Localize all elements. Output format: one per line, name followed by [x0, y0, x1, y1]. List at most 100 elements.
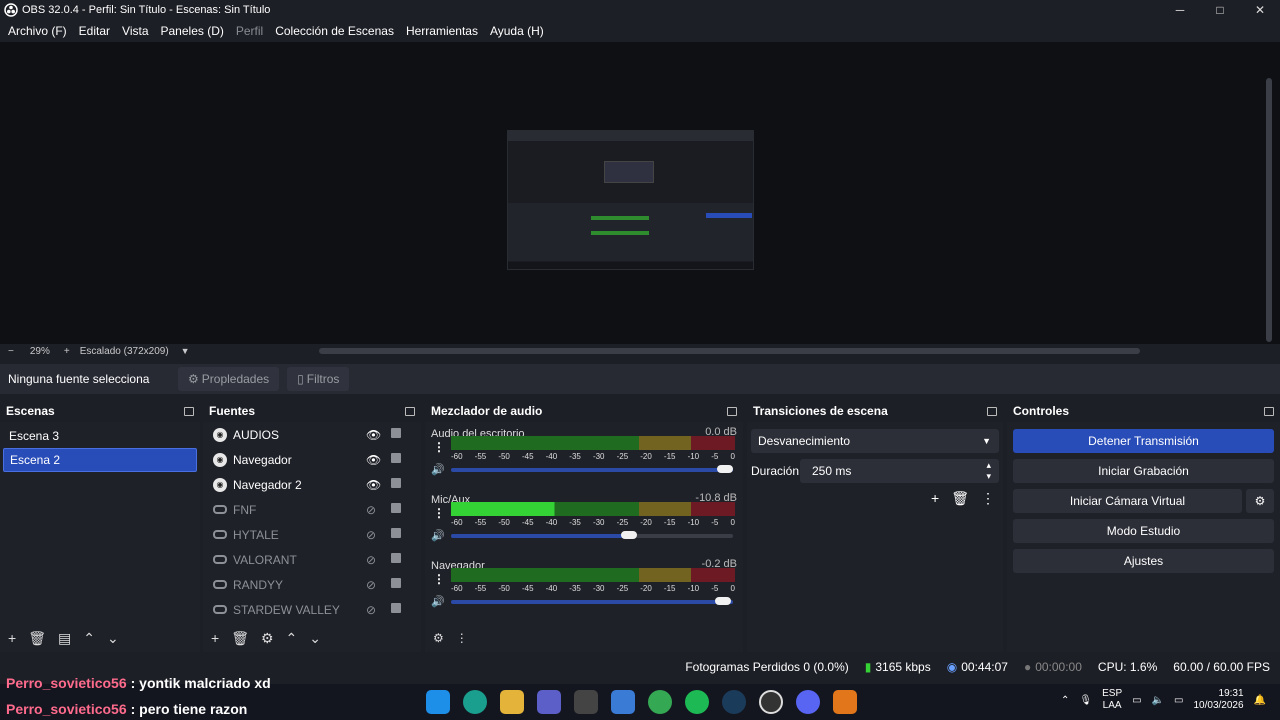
- zoom-in-button[interactable]: +: [64, 346, 70, 357]
- gear-icon[interactable]: ⚙: [433, 631, 444, 645]
- slider-knob[interactable]: [717, 465, 733, 473]
- spinner-icon[interactable]: ▴ ▾: [986, 460, 991, 482]
- eye-hidden-icon[interactable]: ⊘: [366, 528, 376, 542]
- undock-icon[interactable]: [184, 406, 194, 416]
- virtual-camera-button[interactable]: Iniciar Cámara Virtual: [1013, 489, 1242, 513]
- speaker-icon[interactable]: 🔊: [431, 529, 445, 542]
- source-row[interactable]: ◉ Navegador 2 👁: [203, 472, 421, 497]
- spotify-icon[interactable]: [685, 690, 709, 714]
- source-row[interactable]: FNF ⊘: [203, 497, 421, 522]
- undock-icon[interactable]: [727, 406, 737, 416]
- minimize-button[interactable]: ─: [1160, 0, 1200, 20]
- eye-hidden-icon[interactable]: ⊘: [366, 578, 376, 592]
- source-row[interactable]: VALORANT ⊘: [203, 547, 421, 572]
- menu-dots-icon[interactable]: ⋮: [433, 572, 445, 586]
- source-row[interactable]: STARDEW VALLEY ⊘: [203, 597, 421, 622]
- discord-icon[interactable]: [796, 690, 820, 714]
- menu-dots-icon[interactable]: ⋮: [456, 631, 468, 645]
- scale-dropdown-icon[interactable]: ▼: [181, 346, 190, 356]
- volume-slider[interactable]: [451, 597, 733, 605]
- add-transition-icon[interactable]: +: [931, 490, 939, 507]
- move-up-icon[interactable]: ⌃: [83, 630, 95, 647]
- filters-button[interactable]: ▯ Filtros: [287, 367, 350, 391]
- network-icon[interactable]: ▭: [1132, 695, 1141, 706]
- move-up-icon[interactable]: ⌃: [286, 630, 298, 647]
- zoom-out-button[interactable]: −: [8, 346, 14, 357]
- stop-stream-button[interactable]: Detener Transmisión: [1013, 429, 1274, 453]
- microphone-icon[interactable]: 🎙: [1079, 695, 1092, 706]
- battery-icon[interactable]: ▭: [1174, 695, 1183, 706]
- add-scene-icon[interactable]: +: [8, 630, 16, 646]
- undock-icon[interactable]: [987, 406, 997, 416]
- eye-hidden-icon[interactable]: ⊘: [366, 603, 376, 617]
- menu-dots-icon[interactable]: ⋮: [433, 506, 445, 520]
- volume-slider[interactable]: [451, 465, 733, 473]
- lock-icon[interactable]: [391, 428, 401, 438]
- move-down-icon[interactable]: ⌄: [107, 630, 119, 647]
- preview-horizontal-scrollbar[interactable]: [319, 348, 1140, 354]
- source-row[interactable]: ◉ AUDIOS 👁: [203, 422, 421, 447]
- eye-hidden-icon[interactable]: ⊘: [366, 503, 376, 517]
- language-indicator[interactable]: ESP LAA: [1102, 688, 1122, 712]
- speaker-icon[interactable]: 🔊: [431, 595, 445, 608]
- speaker-icon[interactable]: 🔊: [431, 463, 445, 476]
- trash-icon[interactable]: 🗑: [231, 630, 249, 647]
- menu-archivo[interactable]: Archivo (F): [2, 24, 73, 38]
- undock-icon[interactable]: [1264, 406, 1274, 416]
- volume-slider[interactable]: [451, 531, 733, 539]
- add-source-icon[interactable]: +: [211, 630, 219, 646]
- slider-knob[interactable]: [621, 531, 637, 539]
- lock-icon[interactable]: [391, 528, 401, 538]
- source-row[interactable]: ◉ Navegador 👁: [203, 447, 421, 472]
- scene-item-selected[interactable]: Escena 2: [3, 448, 197, 472]
- lock-icon[interactable]: [391, 453, 401, 463]
- move-down-icon[interactable]: ⌄: [309, 630, 321, 647]
- trash-icon[interactable]: 🗑: [951, 490, 969, 507]
- properties-button[interactable]: ⚙ Propledades: [178, 367, 280, 391]
- menu-ayuda[interactable]: Ayuda (H): [484, 24, 550, 38]
- obs-taskbar-icon[interactable]: [759, 690, 783, 714]
- menu-coleccion-escenas[interactable]: Colección de Escenas: [269, 24, 400, 38]
- start-recording-button[interactable]: Iniciar Grabación: [1013, 459, 1274, 483]
- menu-dots-icon[interactable]: ⋮: [981, 490, 995, 507]
- chrome-icon[interactable]: [648, 690, 672, 714]
- preview-vertical-scrollbar[interactable]: [1266, 78, 1272, 342]
- eye-icon[interactable]: 👁: [366, 478, 381, 492]
- source-row[interactable]: HYTALE ⊘: [203, 522, 421, 547]
- lock-icon[interactable]: [391, 503, 401, 513]
- lock-icon[interactable]: [391, 553, 401, 563]
- volume-icon[interactable]: 🔈: [1152, 695, 1164, 706]
- eye-icon[interactable]: 👁: [366, 428, 381, 442]
- studio-mode-button[interactable]: Modo Estudio: [1013, 519, 1274, 543]
- scene-item[interactable]: Escena 3: [3, 424, 197, 448]
- trash-icon[interactable]: 🗑: [28, 630, 46, 647]
- steam-icon[interactable]: [722, 690, 746, 714]
- lock-icon[interactable]: [391, 603, 401, 613]
- settings-button[interactable]: Ajustes: [1013, 549, 1274, 573]
- lock-icon[interactable]: [391, 478, 401, 488]
- menu-paneles[interactable]: Paneles (D): [155, 24, 230, 38]
- chevron-up-icon[interactable]: ⌃: [1061, 695, 1069, 706]
- menu-herramientas[interactable]: Herramientas: [400, 24, 484, 38]
- metamask-icon[interactable]: [833, 690, 857, 714]
- slider-knob[interactable]: [715, 597, 731, 605]
- menu-editar[interactable]: Editar: [73, 24, 116, 38]
- undock-icon[interactable]: [405, 406, 415, 416]
- store-icon[interactable]: [611, 690, 635, 714]
- gear-icon[interactable]: ⚙: [261, 630, 274, 647]
- close-button[interactable]: ✕: [1240, 0, 1280, 20]
- duration-input[interactable]: 250 ms ▴ ▾: [800, 459, 999, 483]
- menu-dots-icon[interactable]: ⋮: [433, 440, 445, 454]
- menu-vista[interactable]: Vista: [116, 24, 154, 38]
- transition-select[interactable]: Desvanecimiento ▼: [751, 429, 999, 453]
- maximize-button[interactable]: □: [1200, 0, 1240, 20]
- menu-perfil[interactable]: Perfil: [230, 24, 269, 38]
- lock-icon[interactable]: [391, 578, 401, 588]
- eye-icon[interactable]: 👁: [366, 453, 381, 467]
- notification-icon[interactable]: 🔔: [1254, 695, 1266, 706]
- virtual-camera-settings-button[interactable]: ⚙: [1246, 489, 1274, 513]
- eye-hidden-icon[interactable]: ⊘: [366, 553, 376, 567]
- source-row[interactable]: RANDYY ⊘: [203, 572, 421, 597]
- clock[interactable]: 19:31 10/03/2026: [1193, 688, 1243, 712]
- filter-icon[interactable]: ▤: [58, 630, 71, 647]
